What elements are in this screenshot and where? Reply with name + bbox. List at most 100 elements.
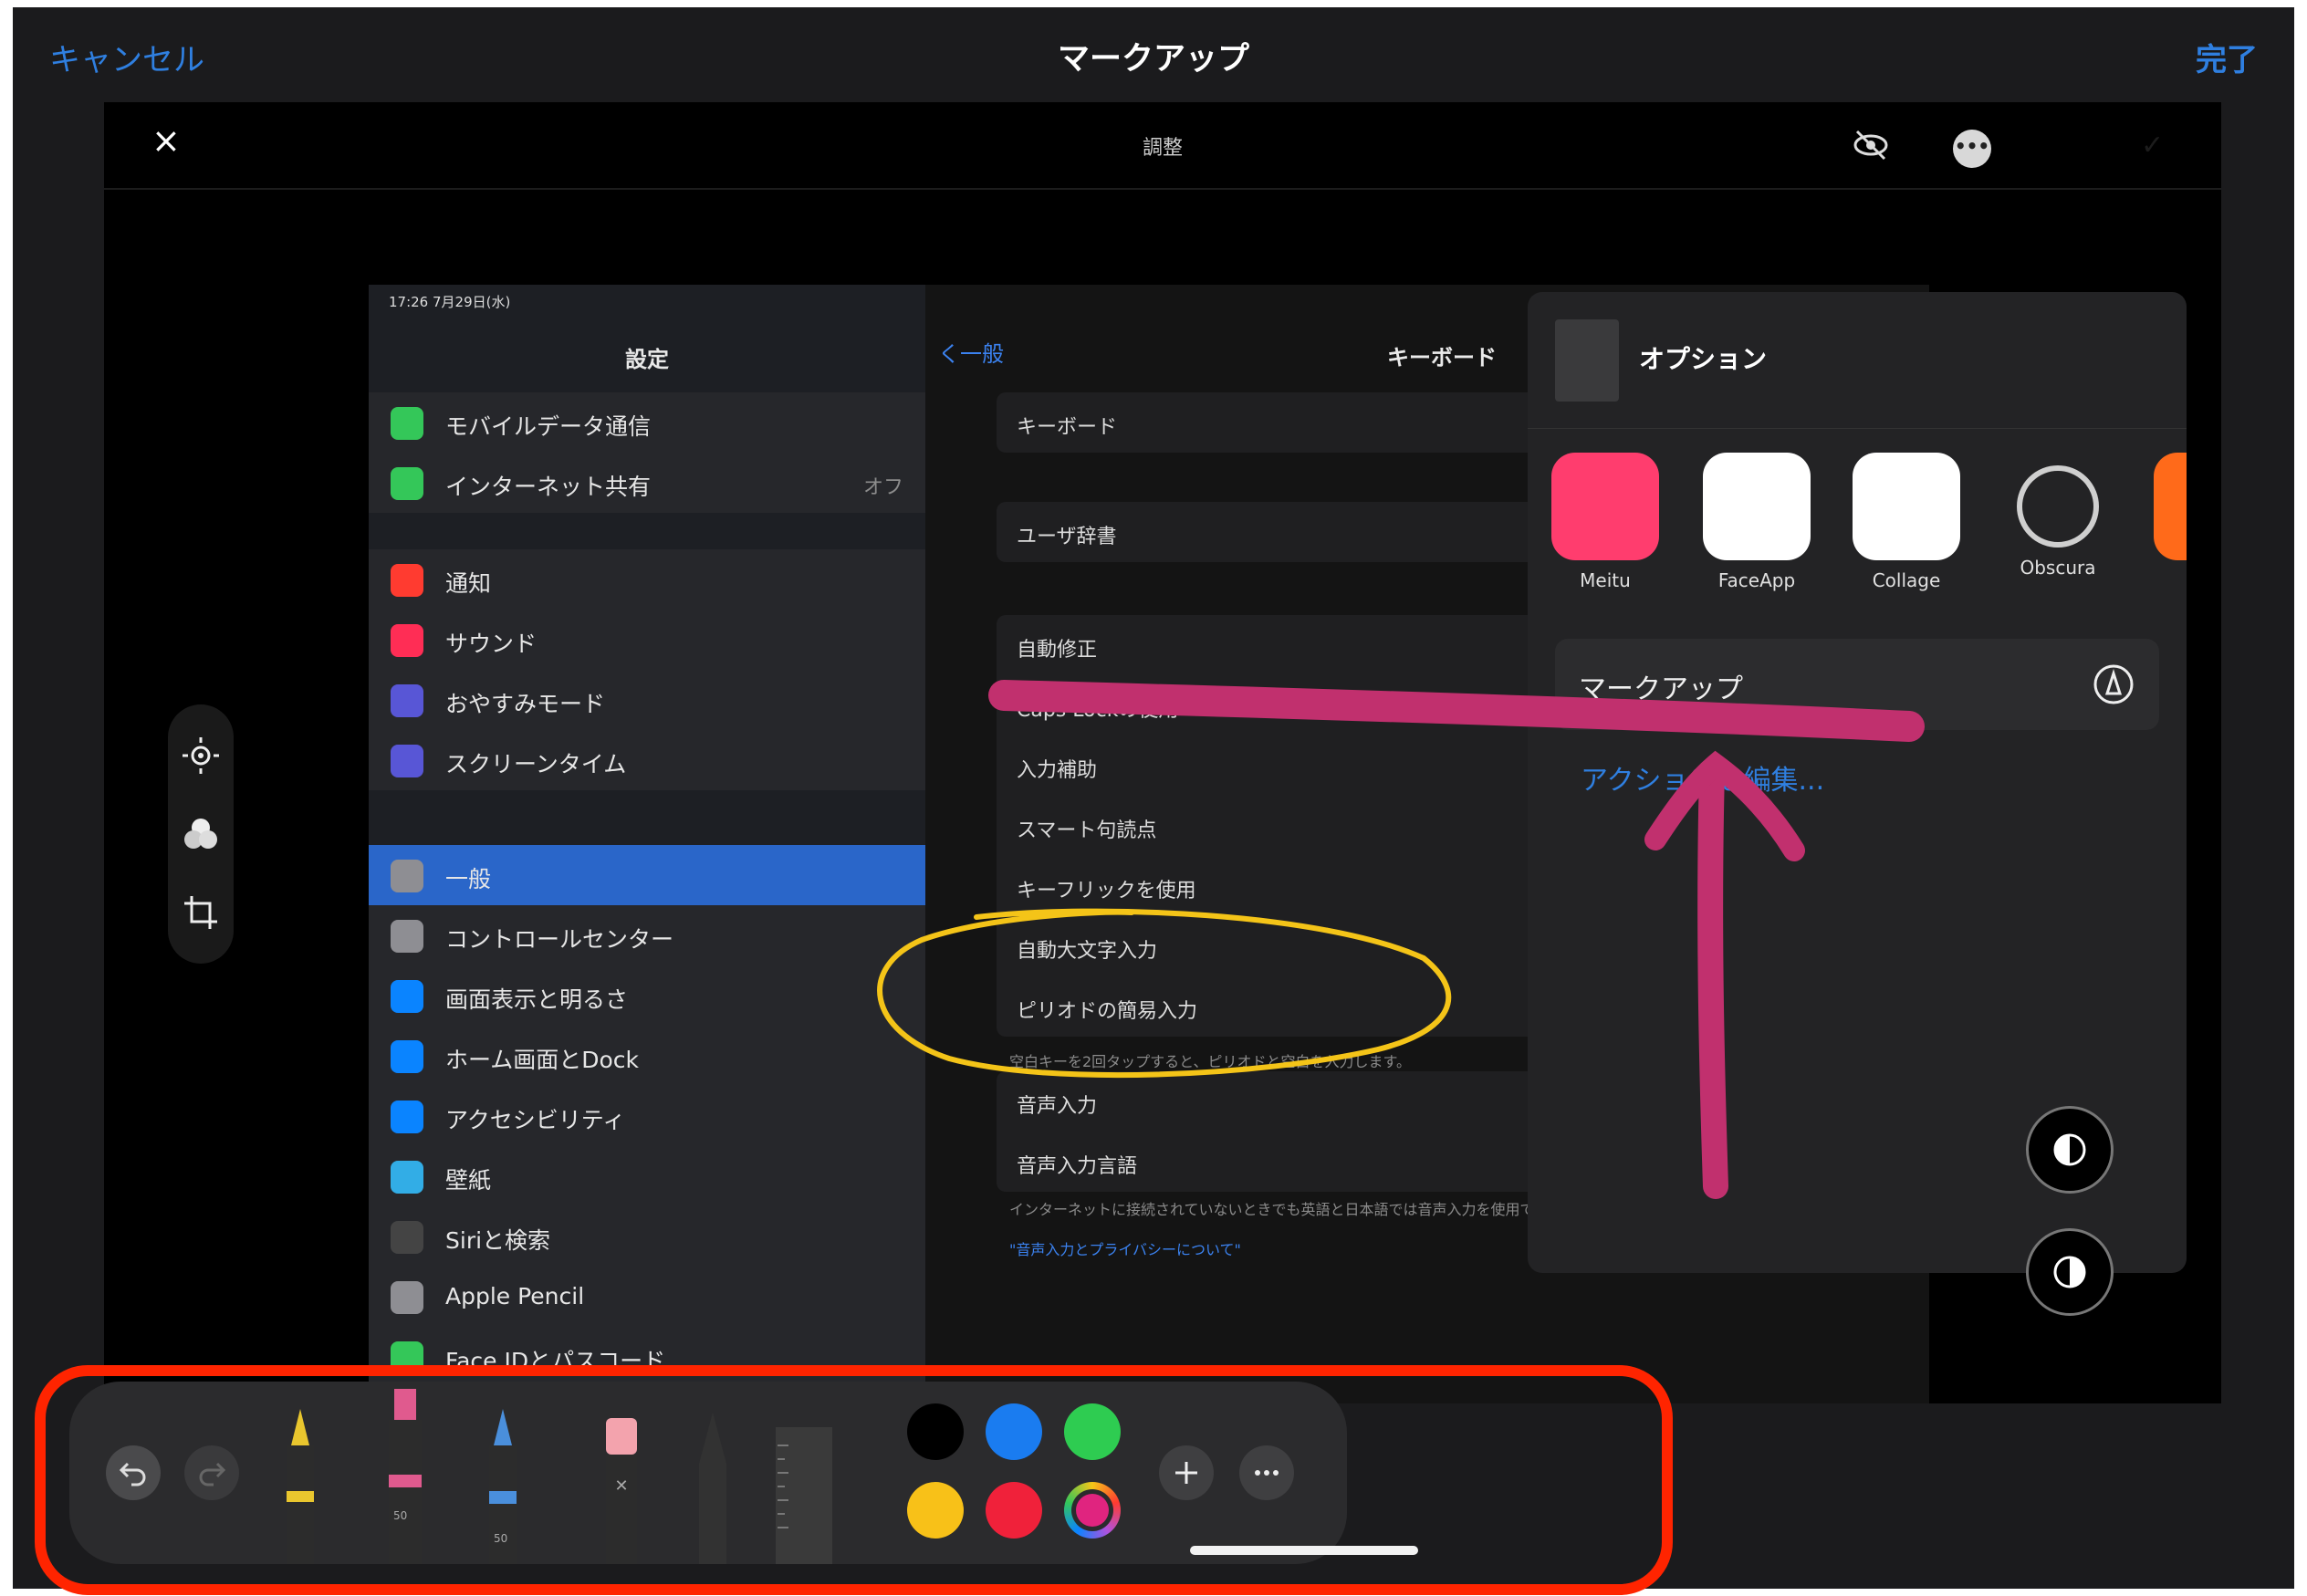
- settings-row-label: サウンド: [445, 631, 538, 657]
- marker-size-label: 50: [393, 1509, 408, 1522]
- share-app-name: FaceApp: [1717, 569, 1796, 591]
- settings-row-label: 一般: [445, 866, 492, 892]
- settings-row: Siriと検索: [369, 1206, 925, 1267]
- settings-row-label: スクリーンタイム: [445, 751, 627, 777]
- markup-screen: キャンセル マークアップ 完了 × 調整 ••• ✓ 17:26 7月29日(水…: [13, 7, 2294, 1589]
- settings-row-label: 通知: [445, 570, 492, 597]
- settings-row: アクセシビリティ: [369, 1086, 925, 1146]
- edit-actions-link: アクションを編集...: [1581, 765, 1825, 797]
- settings-row-label: ホーム画面とDock: [445, 1047, 640, 1073]
- editor-top-bar: × 調整 ••• ✓: [104, 102, 2221, 190]
- color-red[interactable]: [986, 1482, 1042, 1539]
- faceapp-icon: [1703, 453, 1811, 560]
- svg-text:✕: ✕: [614, 1476, 628, 1496]
- markup-toolbar: 50 50 ✕: [69, 1382, 1347, 1564]
- settings-group: 一般コントロールセンター画面表示と明るさホーム画面とDock アクセシビリティ 壁紙…: [369, 845, 925, 1387]
- share-app: FaceApp: [1703, 453, 1811, 591]
- share-app-name: Ha: [2154, 569, 2187, 591]
- pencil-size-label: 50: [494, 1532, 508, 1545]
- privacy-link: "音声入力とプライバシーについて": [1009, 1241, 1241, 1258]
- settings-row-label: Face IDとパスコード: [445, 1348, 666, 1374]
- hide-eye-icon: [1853, 130, 1888, 161]
- add-button[interactable]: [1159, 1445, 1214, 1500]
- settings-row-label: 壁紙: [445, 1167, 492, 1194]
- undo-button[interactable]: [106, 1445, 161, 1500]
- settings-row: サウンド: [369, 610, 925, 670]
- settings-row: Face IDとパスコード: [369, 1327, 925, 1387]
- settings-row: 通知: [369, 549, 925, 610]
- settings-row: インターネット共有 オフ: [369, 453, 925, 513]
- hourglass-icon: [391, 745, 423, 777]
- keyboard-row: 入力補助: [1017, 759, 1098, 782]
- redo-icon: [199, 1462, 226, 1486]
- keyboard-row: キーボード: [1017, 416, 1118, 439]
- settings-row-label: アクセシビリティ: [445, 1107, 626, 1133]
- status-bar: 17:26 7月29日(水): [389, 294, 511, 310]
- editor-title: 調整: [1142, 137, 1183, 160]
- keyboard-row: ピリオドの簡易入力: [1017, 1000, 1198, 1023]
- eraser-tool[interactable]: ✕: [599, 1418, 644, 1564]
- ruler-tool[interactable]: [772, 1427, 836, 1564]
- settings-row-label: おやすみモード: [445, 691, 606, 717]
- settings-row: Apple Pencil: [369, 1267, 925, 1327]
- share-app-name: Meitu: [1580, 569, 1631, 591]
- settings-title: 設定: [625, 347, 669, 372]
- adjust-dial-icon: [183, 737, 219, 774]
- markup-pen-icon: [2093, 664, 2134, 704]
- share-app-name: Collage: [1872, 569, 1941, 591]
- settings-row: 一般: [369, 845, 925, 905]
- text-size-icon: [391, 980, 423, 1013]
- redo-button[interactable]: [184, 1445, 239, 1500]
- depth-button: [2026, 1106, 2114, 1194]
- settings-row: おやすみモード: [369, 670, 925, 730]
- crop-icon: [184, 896, 217, 929]
- settings-row: 画面表示と明るさ: [369, 965, 925, 1026]
- settings-row-label: モバイルデータ通信: [445, 413, 652, 440]
- antenna-icon: [391, 407, 423, 440]
- settings-row: 壁紙: [369, 1146, 925, 1206]
- keyboard-row: 自動修正: [1017, 639, 1098, 662]
- marker-tool[interactable]: [378, 1383, 433, 1564]
- half-circle-icon: [2053, 1133, 2086, 1166]
- color-black[interactable]: [907, 1403, 964, 1460]
- keyboard-row: 音声入力: [1017, 1095, 1098, 1118]
- share-app: Obscura: [2004, 453, 2112, 579]
- settings-group: モバイルデータ通信 インターネット共有 オフ: [369, 392, 925, 513]
- editor-tool-rail: [168, 704, 234, 964]
- settings-row: スクリーンタイム: [369, 730, 925, 790]
- accessibility-icon: [391, 1101, 423, 1133]
- keyboard-row: Caps Lockの使用: [1017, 699, 1179, 722]
- share-app: Meitu: [1551, 453, 1659, 591]
- toggles-icon: [391, 920, 423, 953]
- ellipsis-icon: [1255, 1470, 1279, 1476]
- markup-action: マークアップ: [1555, 639, 2159, 730]
- keyboard-row: ユーザ辞書: [1017, 526, 1117, 548]
- markup-nav-bar: キャンセル マークアップ 完了: [13, 7, 2294, 102]
- color-yellow[interactable]: [907, 1482, 964, 1539]
- link-icon: [391, 467, 423, 500]
- settings-row: モバイルデータ通信: [369, 392, 925, 453]
- color-green[interactable]: [1064, 1403, 1121, 1460]
- lasso-tool[interactable]: [690, 1409, 736, 1564]
- plus-icon: [1175, 1462, 1197, 1484]
- siri-icon: [391, 1221, 423, 1254]
- done-button[interactable]: 完了: [2196, 35, 2258, 79]
- share-app: Ha: [2154, 453, 2187, 591]
- pen-tool[interactable]: [277, 1400, 323, 1564]
- settings-row-value: オフ: [862, 476, 903, 499]
- markup-title: マークアップ: [1057, 41, 1249, 78]
- more-tools-button[interactable]: [1239, 1445, 1294, 1500]
- keyboard-row: キーフリックを使用: [1017, 880, 1196, 902]
- obscura-icon: [2017, 465, 2099, 548]
- settings-row: コントロールセンター: [369, 905, 925, 965]
- color-blue[interactable]: [986, 1403, 1042, 1460]
- keyboard-row: 自動大文字入力: [1017, 940, 1158, 963]
- app-icon: [2154, 453, 2187, 560]
- settings-sidebar: 17:26 7月29日(水) 設定 モバイルデータ通信 インターネット共有 オフ通知…: [369, 285, 925, 1403]
- undo-icon: [119, 1462, 146, 1486]
- settings-row: ホーム画面とDock: [369, 1026, 925, 1086]
- grid-icon: [391, 1040, 423, 1073]
- color-picker[interactable]: [1064, 1482, 1121, 1539]
- settings-row-label: インターネット共有: [445, 474, 652, 500]
- settings-row-label: コントロールセンター: [445, 926, 674, 953]
